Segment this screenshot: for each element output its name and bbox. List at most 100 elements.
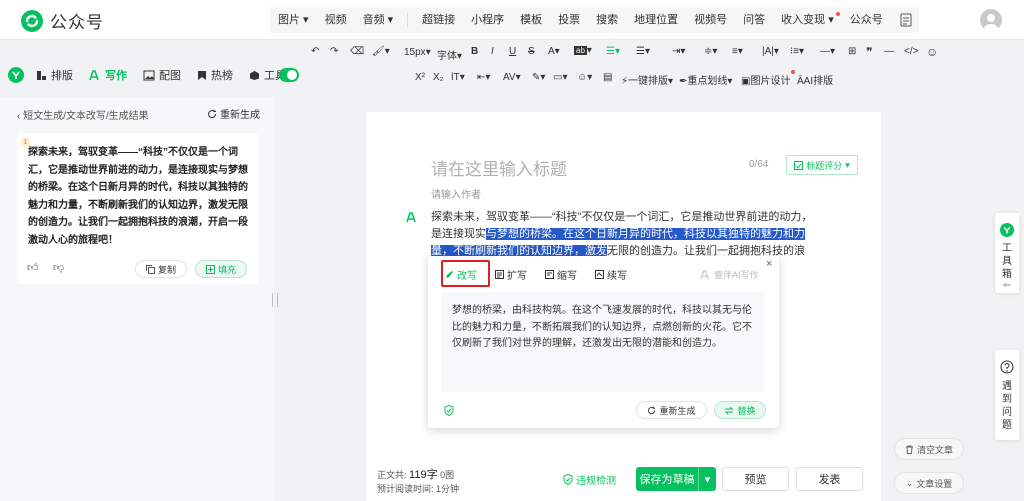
assistant-toggle[interactable] [279, 68, 299, 82]
menu-vote[interactable]: 投票 [550, 7, 588, 33]
help-button[interactable]: 遇 到 问 题 [995, 350, 1019, 440]
app-title: 公众号 [50, 13, 104, 32]
menu-search[interactable]: 搜索 [588, 7, 626, 33]
one-click-layout-button[interactable]: ⚡一键排版▾ [621, 72, 673, 87]
menu-channels[interactable]: 视频号 [686, 7, 735, 33]
article-settings-button[interactable]: ⌄ 文章设置 [894, 472, 964, 494]
tab-expand[interactable]: 扩写 [488, 263, 534, 285]
breadcrumb[interactable]: ‹ 短文生成/文本改写/生成结果 [17, 107, 149, 122]
strikethrough-button[interactable]: S [528, 46, 535, 57]
tab-writing[interactable]: 写作 [89, 67, 127, 83]
violation-check-button[interactable]: 违规检测 [563, 472, 616, 487]
superscript-button[interactable]: X² [415, 72, 425, 83]
yiban-logo-icon [1000, 223, 1014, 237]
menu-official-account[interactable]: 公众号 [842, 7, 891, 33]
underline-button[interactable]: U [509, 46, 516, 57]
horizontal-rule-icon[interactable]: — [884, 46, 894, 57]
sticker-icon[interactable]: ☺▾ [577, 72, 592, 83]
text-color-icon[interactable]: A▾ [548, 46, 560, 57]
ai-writing-label: 壹伴AI写作 [700, 268, 759, 281]
list-icon[interactable]: ⁝≡▾ [790, 46, 804, 57]
indent-icon[interactable]: ⇥▾ [672, 46, 685, 57]
font-family-select[interactable]: 字体▾ [437, 47, 462, 62]
tab-layout[interactable]: 排版 [36, 67, 73, 83]
menu-monetize[interactable]: 收入变现 ▾ [773, 7, 842, 33]
menu-template[interactable]: 模板 [512, 7, 550, 33]
bold-button[interactable]: B [471, 46, 478, 57]
regenerate-button[interactable]: 重新生成 [207, 106, 260, 121]
align-center-icon[interactable]: ☰▾ [636, 46, 650, 57]
document-icon[interactable] [893, 7, 919, 33]
divider-icon[interactable]: —▾ [820, 46, 835, 57]
notify-dot [835, 12, 840, 16]
thumbs-down-icon[interactable]: 👎︎ [53, 261, 64, 274]
menu-hyperlink[interactable]: 超链接 [414, 7, 463, 33]
refresh-icon [648, 405, 656, 414]
quote-icon[interactable]: ❞ [866, 45, 872, 59]
magic-wand-icon[interactable]: ✎▾ [532, 72, 545, 83]
undo-icon[interactable]: ↶ [311, 46, 319, 57]
toolbox-button[interactable]: 工 具 箱 ⇐ [995, 213, 1019, 293]
font-size-select[interactable]: 15px▾ [404, 47, 431, 58]
menu-location[interactable]: 地理位置 [626, 7, 686, 33]
subscript-button[interactable]: X₂ [433, 72, 444, 83]
tab-shorten[interactable]: 缩写 [538, 263, 584, 285]
letter-spacing-icon[interactable]: |A|▾ [762, 46, 779, 57]
replace-button[interactable]: 替换 [714, 401, 766, 419]
html-icon[interactable]: ▤ [603, 72, 612, 83]
ai-pen-icon [89, 69, 99, 80]
publish-button[interactable]: 发表 [796, 467, 863, 491]
chevron-down-icon[interactable]: ▾ [698, 467, 716, 491]
menu-audio[interactable]: 音频 ▾ [355, 7, 402, 33]
tab-images[interactable]: 配图 [143, 67, 181, 83]
line-height-icon[interactable]: ≑▾ [704, 46, 717, 57]
code-icon[interactable]: </> [904, 46, 918, 57]
thumbs-up-icon[interactable]: 👍︎ [27, 261, 39, 274]
close-icon[interactable]: × [766, 258, 772, 270]
background-color-icon[interactable]: ab ▾ [574, 45, 592, 56]
title-input[interactable]: 请在这里输入标题 [431, 155, 567, 180]
italic-button[interactable]: I [491, 46, 494, 57]
app-logo[interactable]: 公众号 [20, 8, 104, 33]
tab-trending[interactable]: 热榜 [197, 67, 233, 83]
text-effect-icon[interactable]: AV▾ [503, 72, 521, 83]
tab-continue[interactable]: 续写 [588, 263, 634, 285]
image-style-icon[interactable]: ▭▾ [553, 72, 567, 83]
save-draft-label: 保存为草稿 [639, 474, 695, 486]
shorten-icon [545, 269, 554, 279]
first-line-indent-icon[interactable]: ⇤▾ [477, 72, 490, 83]
format-painter-icon[interactable]: 🖌▾ [372, 46, 390, 57]
redo-icon[interactable]: ↷ [330, 46, 338, 57]
copy-button[interactable]: 复制 [135, 260, 187, 278]
preview-button[interactable]: 预览 [722, 467, 789, 491]
avatar[interactable] [980, 9, 1002, 31]
menu-image[interactable]: 图片 ▾ [270, 7, 317, 33]
menu-qa[interactable]: 问答 [735, 7, 773, 33]
popup-regenerate-button[interactable]: 重新生成 [636, 401, 707, 419]
eraser-icon[interactable]: ⌫ [350, 46, 364, 57]
yiban-logo-icon[interactable] [8, 67, 24, 83]
paragraph-spacing-icon[interactable]: ≡▾ [732, 46, 743, 57]
author-input[interactable]: 请输入作者 [431, 186, 481, 201]
wechat-logo-icon [21, 9, 43, 32]
panel-resize-handle[interactable] [272, 293, 278, 307]
image-design-button[interactable]: ▣图片设计 [741, 70, 796, 87]
copy-icon [145, 264, 155, 274]
shield-check-icon[interactable] [444, 405, 454, 416]
title-score-button[interactable]: 标题评分 ▾ [786, 155, 858, 175]
ai-layout-button[interactable]: ĀAI排版 [797, 72, 833, 87]
fill-button[interactable]: 填充 [195, 260, 247, 278]
menu-miniprogram[interactable]: 小程序 [463, 7, 512, 33]
border-icon[interactable]: ǀT▾ [451, 72, 465, 83]
table-icon[interactable]: ⊞ [848, 46, 856, 57]
score-icon [794, 160, 804, 170]
top-insert-menu: 图片 ▾ 视频 音频 ▾ 超链接 小程序 模板 投票 搜索 地理位置 视频号 问… [270, 7, 918, 33]
save-draft-button[interactable]: 保存为草稿 ▾ [636, 467, 716, 491]
highlight-line-button[interactable]: ✒重点划线▾ [679, 72, 732, 87]
emoji-icon[interactable]: ☺ [926, 45, 938, 59]
ai-assist-icon[interactable] [406, 212, 418, 223]
clear-article-button[interactable]: 清空文章 [894, 438, 964, 460]
align-left-icon[interactable]: ☰▾ [606, 46, 620, 57]
menu-video[interactable]: 视频 [317, 7, 355, 33]
help-label: 到 [1002, 394, 1012, 405]
